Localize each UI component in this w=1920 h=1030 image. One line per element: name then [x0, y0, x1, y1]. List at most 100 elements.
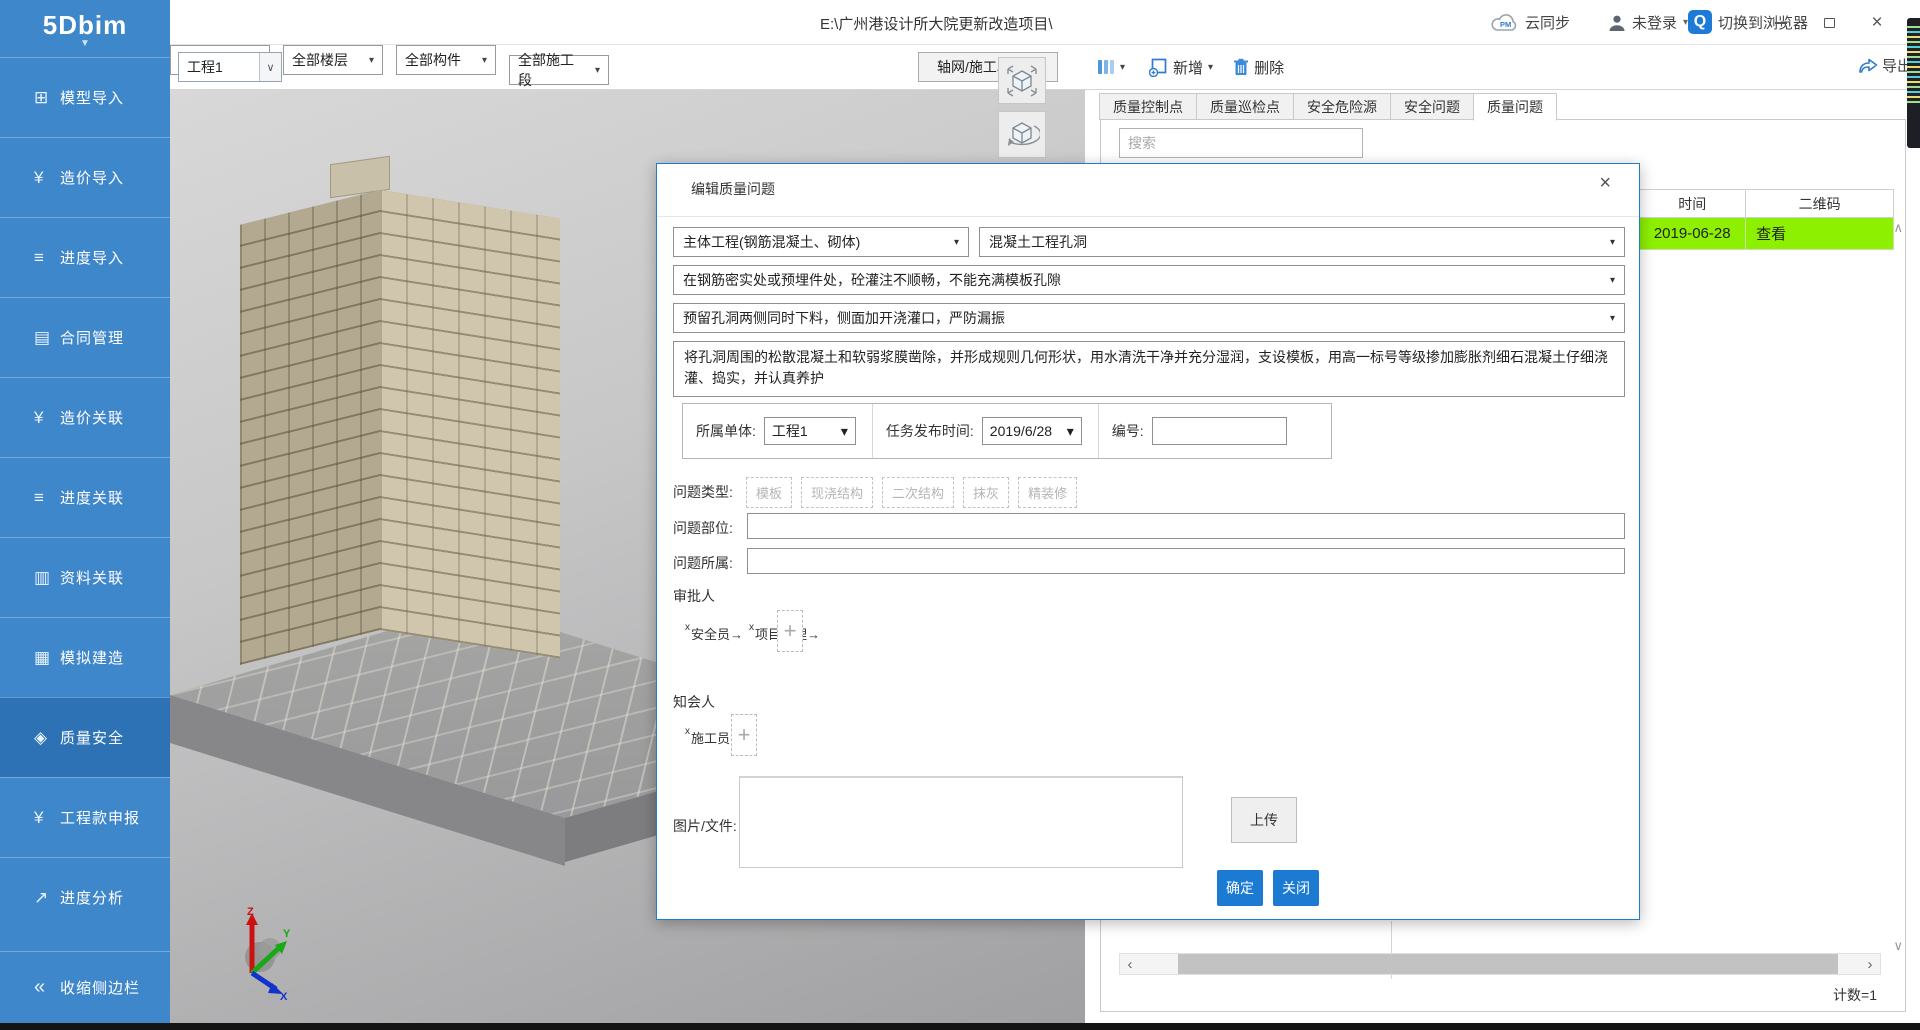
type-label: 问题类型:: [673, 482, 733, 502]
sidebar: 5Dbim ▼ ⊞ 模型导入 ¥ 造价导入 ≡ 进度导入 ▤ 合同管理 ¥: [0, 0, 170, 1023]
qr-view-link[interactable]: 查看: [1746, 218, 1894, 250]
number-input[interactable]: [1152, 417, 1287, 445]
filter-dropdown[interactable]: 全部楼层 ▾: [283, 45, 383, 75]
approver-name: 安全员: [691, 627, 730, 642]
columns-caret-icon: ▾: [1120, 62, 1125, 73]
sidebar-collapse-button[interactable]: « 收缩侧边栏: [0, 951, 170, 1023]
cloud-sync-button[interactable]: PM 云同步: [1491, 12, 1570, 33]
upload-button[interactable]: 上传: [1231, 797, 1297, 843]
orbit-cube-button[interactable]: [998, 111, 1046, 158]
zoom-extents-cube-button[interactable]: [998, 57, 1046, 104]
prevent-measure-dropdown[interactable]: 预留孔洞两侧同时下料，侧面加开浇灌口，严防漏振 ▾: [673, 303, 1625, 333]
file-drop-area[interactable]: [739, 776, 1183, 868]
dropdown-caret-icon: ▾: [954, 237, 959, 248]
type-chip-button[interactable]: 抹灰: [963, 477, 1009, 508]
scroll-right-icon[interactable]: ›: [1860, 956, 1880, 973]
dialog-divider: [657, 216, 1639, 217]
sidebar-item[interactable]: ▥ 资料关联: [0, 537, 170, 617]
window-bottom-edge: [0, 1023, 1920, 1030]
sidebar-item[interactable]: ▦ 模拟建造: [0, 617, 170, 697]
dialog-close-icon[interactable]: ×: [1599, 172, 1611, 195]
type-chip-button[interactable]: 精装修: [1018, 477, 1077, 508]
remove-chip-icon[interactable]: x: [685, 622, 690, 633]
confirm-button[interactable]: 确定: [1217, 870, 1263, 906]
dialog-title: 编辑质量问题: [691, 179, 775, 199]
remove-chip-icon[interactable]: x: [749, 622, 754, 633]
minimize-button[interactable]: [1770, 14, 1792, 32]
panel-tabs: 质量控制点质量巡检点安全危险源安全问题质量问题: [1100, 93, 1557, 121]
project-select[interactable]: 工程1 ∨: [178, 52, 282, 82]
notifier-name: 施工员: [691, 731, 730, 746]
scrollbar-track[interactable]: [1140, 954, 1860, 974]
sidebar-item[interactable]: ◈ 质量安全: [0, 697, 170, 777]
category-minor-dropdown[interactable]: 混凝土工程孔洞 ▾: [979, 227, 1625, 257]
browser-q-icon: Q: [1688, 10, 1712, 34]
part-input[interactable]: [747, 513, 1625, 539]
number-label: 编号:: [1112, 421, 1144, 441]
sidebar-item[interactable]: ¥ 工程款申报: [0, 777, 170, 857]
panel-tab[interactable]: 质量控制点: [1099, 93, 1197, 120]
problem-desc-dropdown[interactable]: 在钢筋密实处或预埋件处，砼灌注不顺畅，不能充满模板孔隙 ▾: [673, 265, 1625, 295]
title-bar: E:\广州港设计所大院更新改造项目\ PM 云同步 未登录 ▾ Q 切换到浏览器…: [170, 0, 1920, 45]
add-label: 新增: [1173, 57, 1203, 78]
add-button[interactable]: 新增 ▾: [1149, 57, 1213, 78]
filter-dropdown[interactable]: 全部构件 ▾: [396, 45, 496, 75]
export-button[interactable]: 导出: [1858, 55, 1912, 76]
edge-overlay-stripes: [1907, 26, 1920, 104]
sidebar-item-label: 合同管理: [60, 327, 124, 348]
filter-dropdown[interactable]: 全部施工段 ▾: [509, 55, 609, 85]
date-dropdown[interactable]: 2019/6/28 ▾: [982, 417, 1082, 445]
belong-input[interactable]: [747, 548, 1625, 574]
search-input[interactable]: [1119, 128, 1363, 158]
treatment-textarea[interactable]: 将孔洞周围的松散混凝土和软弱浆膜凿除，并形成规则几何形状，用水清洗干净并充分湿润…: [673, 341, 1625, 397]
columns-button[interactable]: ▾: [1097, 59, 1125, 75]
sidebar-menu: ⊞ 模型导入 ¥ 造价导入 ≡ 进度导入 ▤ 合同管理 ¥ 造价关联 ≡ 进度关…: [0, 57, 170, 937]
unit-value: 工程1: [772, 421, 808, 441]
add-notifier-button[interactable]: +: [731, 714, 757, 756]
delete-button[interactable]: 删除: [1233, 57, 1284, 78]
minimize-icon: [1775, 22, 1787, 24]
app-logo[interactable]: 5Dbim ▼: [0, 0, 170, 57]
sidebar-item-label: 模型导入: [60, 87, 124, 108]
sidebar-item[interactable]: ↗ 进度分析: [0, 857, 170, 937]
file-label: 图片/文件:: [673, 816, 737, 836]
type-chip-button[interactable]: 二次结构: [882, 477, 954, 508]
svg-text:Z: Z: [247, 906, 254, 918]
sidebar-item-icon: ▦: [34, 648, 60, 668]
sidebar-item-icon: ¥: [34, 808, 60, 828]
type-chip-button[interactable]: 模板: [746, 477, 792, 508]
scroll-left-icon[interactable]: ‹: [1120, 956, 1140, 973]
approver-chip[interactable]: x安全员→: [685, 622, 743, 643]
project-select-arrow-icon: ∨: [259, 53, 281, 81]
sidebar-item-label: 工程款申报: [60, 807, 140, 828]
remove-chip-icon[interactable]: x: [685, 726, 690, 737]
belong-label: 问题所属:: [673, 553, 733, 573]
sidebar-item[interactable]: ¥ 造价关联: [0, 377, 170, 457]
app-window: 5Dbim ▼ ⊞ 模型导入 ¥ 造价导入 ≡ 进度导入 ▤ 合同管理 ¥: [0, 0, 1920, 1030]
scroll-up-icon[interactable]: ∧: [1893, 220, 1903, 236]
category-major-dropdown[interactable]: 主体工程(钢筋混凝土、砌体) ▾: [673, 227, 969, 257]
sidebar-item-icon: ≡: [34, 248, 60, 268]
dialog-close-button[interactable]: 关闭: [1273, 870, 1319, 906]
scrollbar-thumb[interactable]: [1178, 954, 1838, 974]
maximize-button[interactable]: [1818, 14, 1840, 32]
sidebar-item[interactable]: ≡ 进度关联: [0, 457, 170, 537]
panel-tab[interactable]: 质量巡检点: [1196, 93, 1294, 120]
sidebar-item[interactable]: ≡ 进度导入: [0, 217, 170, 297]
add-approver-button[interactable]: +: [777, 610, 803, 652]
unit-dropdown[interactable]: 工程1 ▾: [764, 417, 856, 445]
type-chip-button[interactable]: 现浇结构: [801, 477, 873, 508]
scroll-down-icon[interactable]: ∨: [1893, 938, 1903, 954]
horizontal-scrollbar[interactable]: ‹ ›: [1119, 953, 1881, 975]
panel-tab[interactable]: 质量问题: [1473, 93, 1557, 121]
login-menu[interactable]: 未登录 ▾: [1608, 12, 1688, 33]
date-value: 2019/6/28: [990, 423, 1052, 439]
close-window-button[interactable]: ×: [1866, 14, 1888, 32]
panel-tab[interactable]: 安全危险源: [1293, 93, 1391, 120]
sidebar-item[interactable]: ▤ 合同管理: [0, 297, 170, 377]
sidebar-item[interactable]: ¥ 造价导入: [0, 137, 170, 217]
orbit-cube-icon: [1004, 118, 1040, 152]
sidebar-item[interactable]: ⊞ 模型导入: [0, 57, 170, 137]
panel-tab[interactable]: 安全问题: [1390, 93, 1474, 120]
sidebar-item-icon: ◈: [34, 728, 60, 748]
